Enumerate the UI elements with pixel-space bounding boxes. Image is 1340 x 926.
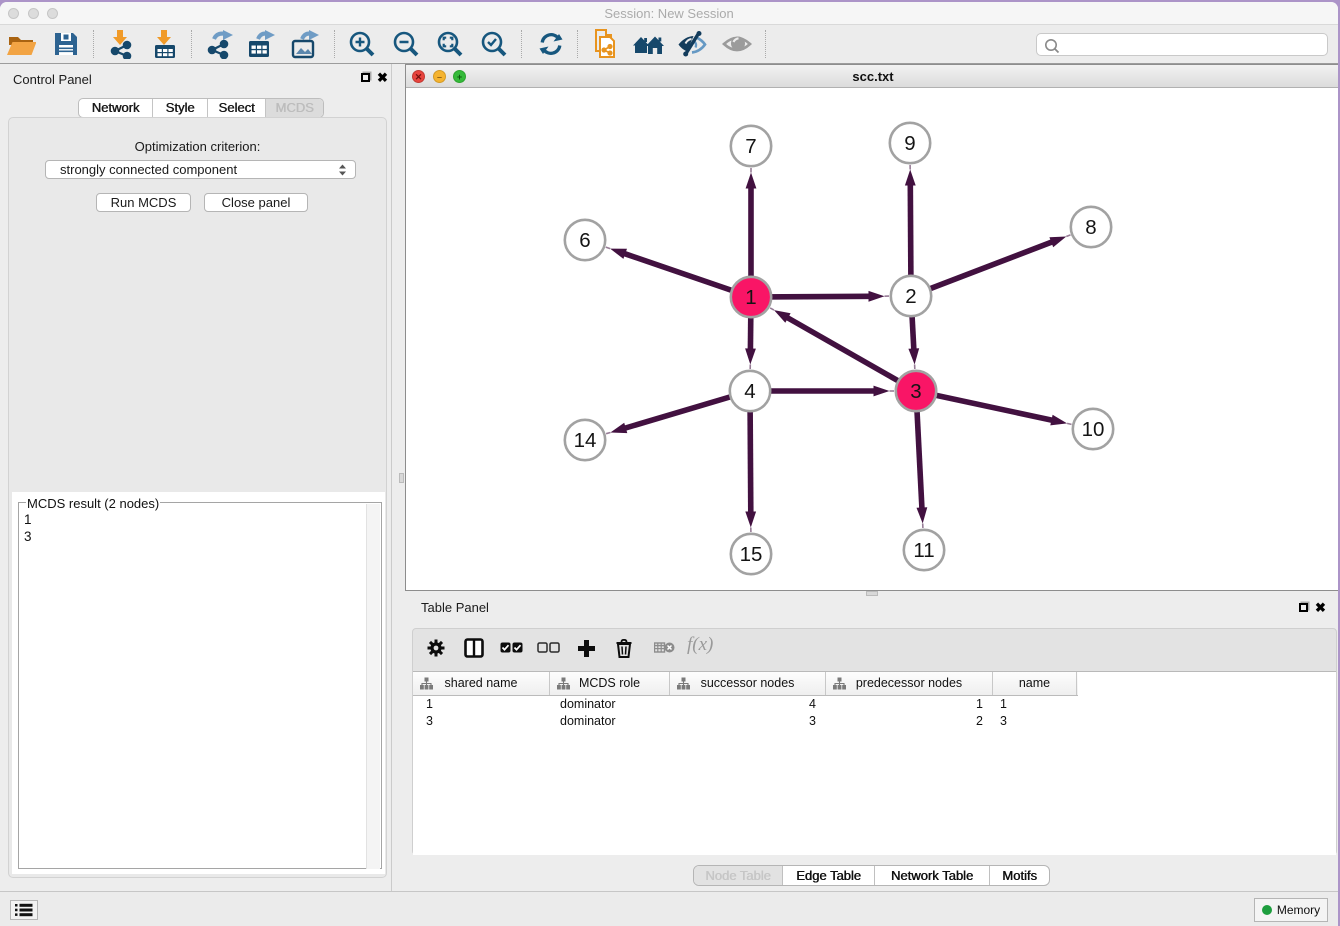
svg-text:7: 7 <box>745 135 756 158</box>
svg-text:11: 11 <box>913 539 934 562</box>
svg-text:10: 10 <box>1082 418 1105 441</box>
svg-text:8: 8 <box>1085 216 1096 239</box>
svg-text:4: 4 <box>744 380 755 403</box>
svg-text:14: 14 <box>574 429 597 452</box>
svg-text:15: 15 <box>740 543 763 566</box>
svg-text:3: 3 <box>910 380 921 403</box>
svg-text:1: 1 <box>745 286 756 309</box>
svg-text:2: 2 <box>905 285 916 308</box>
svg-text:9: 9 <box>904 132 915 155</box>
svg-text:6: 6 <box>579 229 590 252</box>
